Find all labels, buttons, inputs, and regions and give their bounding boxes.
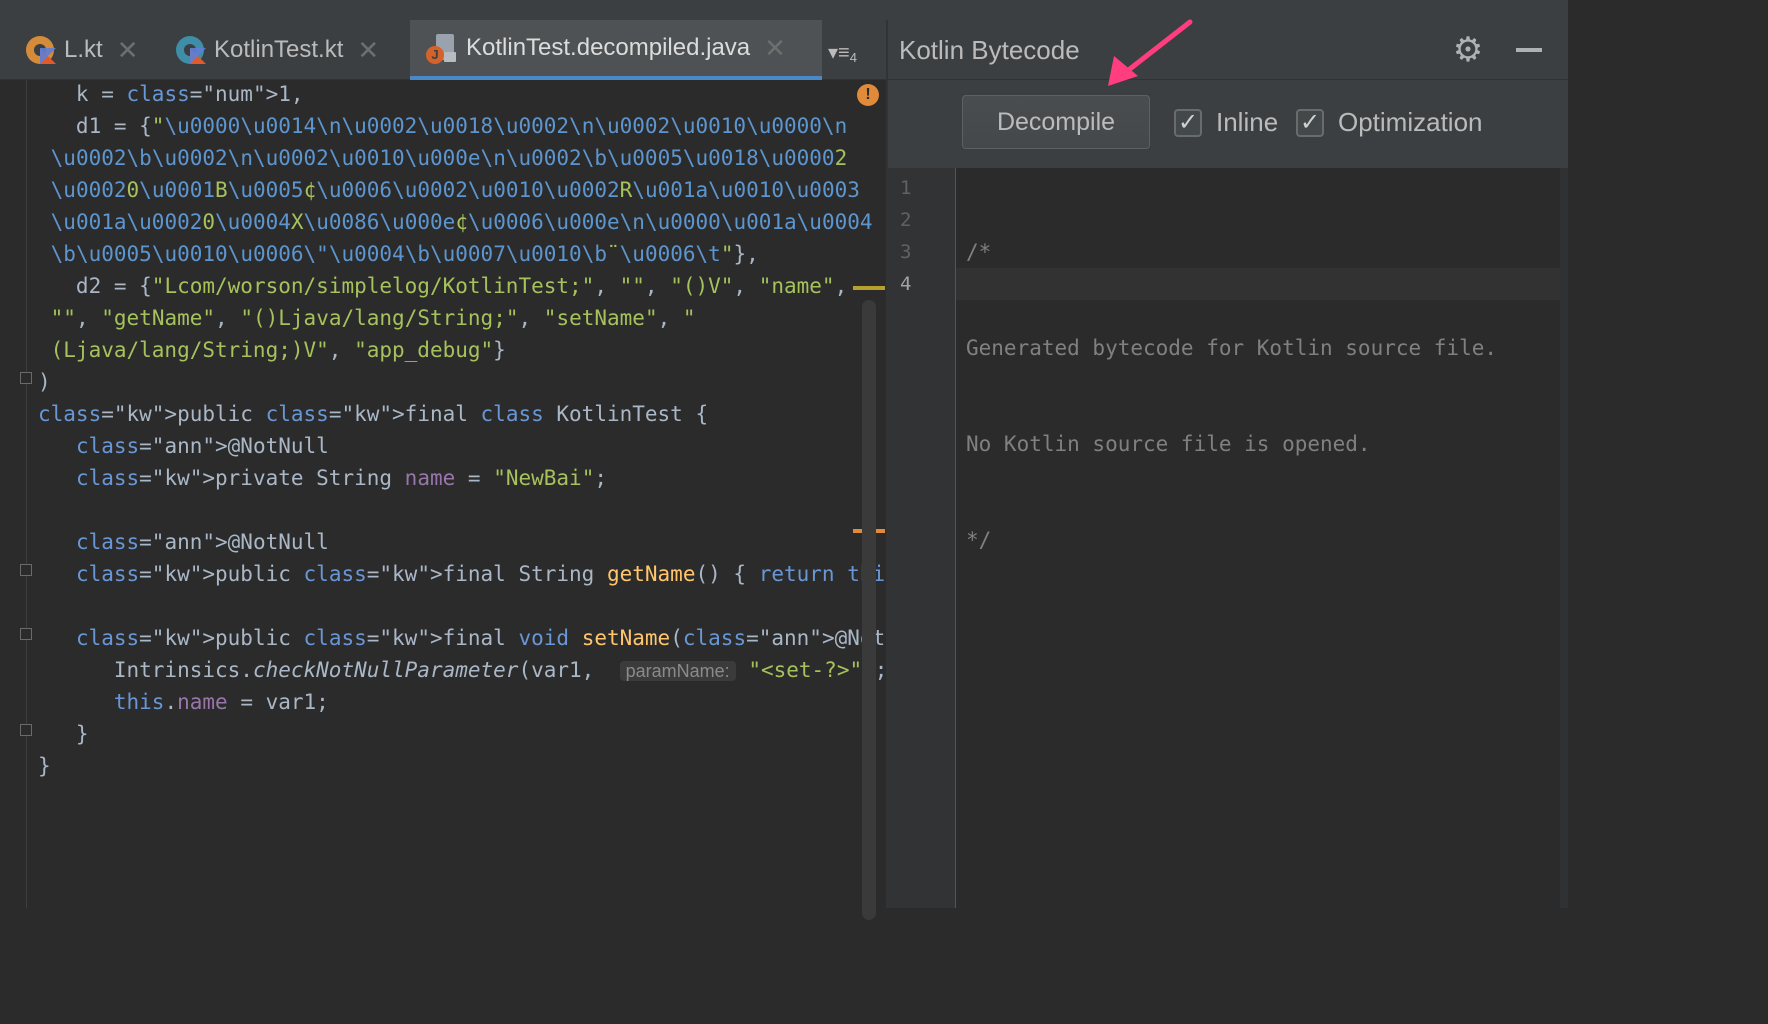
editor-scrollbar[interactable] <box>862 300 876 920</box>
warning-stripe-marker[interactable] <box>853 286 885 290</box>
tool-window-header: Kotlin Bytecode ⚙ <box>888 20 1568 80</box>
line-number: 1 <box>900 177 912 199</box>
line-number: 4 <box>900 273 912 295</box>
tool-window-toolbar: Decompile ✓ Inline ✓ Optimization <box>888 80 1568 168</box>
code-line: Generated bytecode for Kotlin source fil… <box>966 336 1498 360</box>
hidden-tab-count: 4 <box>849 50 857 65</box>
tab-kotlintest-decompiled-java[interactable]: J KotlinTest.decompiled.java ✕ <box>410 20 822 80</box>
bytecode-viewer[interactable]: 1 2 3 4 /* Generated bytecode for Kotlin… <box>888 168 1560 908</box>
warning-icon[interactable]: ! <box>857 84 879 106</box>
bytecode-text[interactable]: /* Generated bytecode for Kotlin source … <box>966 172 1497 620</box>
line-number: 2 <box>900 209 912 231</box>
checkmark-icon: ✓ <box>1296 108 1324 137</box>
decompile-button[interactable]: Decompile <box>962 95 1150 149</box>
code-editor[interactable]: k = class="num">1, d1 = {"\u0000\u0014\n… <box>0 80 1125 920</box>
tool-window-title: Kotlin Bytecode <box>899 35 1080 65</box>
kotlin-bytecode-tool-window: Kotlin Bytecode ⚙ Decompile ✓ Inline ✓ O… <box>888 20 1568 908</box>
annotation-arrow-icon <box>1108 19 1193 86</box>
fold-marker-icon[interactable] <box>20 628 32 640</box>
optimization-checkbox[interactable]: ✓ Optimization <box>1296 107 1483 138</box>
tab-label: KotlinTest.decompiled.java <box>466 34 751 61</box>
tab-label: L.kt <box>64 36 103 63</box>
close-icon[interactable]: ✕ <box>764 33 786 64</box>
line-number: 3 <box>900 241 912 263</box>
close-icon[interactable]: ✕ <box>117 35 139 66</box>
tab-l-kt[interactable]: L.kt ✕ <box>24 20 138 80</box>
minimize-icon[interactable] <box>1516 48 1542 52</box>
window-top-strip <box>0 0 1568 20</box>
close-icon[interactable]: ✕ <box>357 35 379 66</box>
tab-label: KotlinTest.kt <box>214 36 344 63</box>
code-line: /* <box>966 240 992 264</box>
editor-tab-bar: L.kt ✕ KotlinTest.kt ✕ J KotlinTest.deco… <box>0 20 886 80</box>
checkmark-icon: ✓ <box>1174 108 1202 137</box>
fold-marker-icon[interactable] <box>20 372 32 384</box>
editor-pane: L.kt ✕ KotlinTest.kt ✕ J KotlinTest.deco… <box>0 20 1125 920</box>
optimization-label: Optimization <box>1338 107 1483 137</box>
gear-icon[interactable]: ⚙ <box>1452 33 1484 67</box>
tab-kotlintest-kt[interactable]: KotlinTest.kt ✕ <box>174 20 379 80</box>
fold-marker-icon[interactable] <box>20 564 32 576</box>
inlay-hint: paramName: <box>619 661 736 681</box>
kotlin-file-icon <box>174 34 206 66</box>
java-file-icon: J <box>426 32 458 64</box>
kotlin-file-icon <box>24 34 56 66</box>
gutter <box>26 80 27 908</box>
tabs-overflow-button[interactable]: ▾≡4 <box>828 40 857 65</box>
inline-checkbox[interactable]: ✓ Inline <box>1174 107 1278 138</box>
bytecode-scrollbar[interactable] <box>1560 168 1568 908</box>
fold-marker-icon[interactable] <box>20 724 32 736</box>
line-number-gutter: 1 2 3 4 <box>888 168 956 908</box>
tab-list-icon: ▾≡ <box>828 42 850 64</box>
inline-label: Inline <box>1216 107 1279 137</box>
code-line: No Kotlin source file is opened. <box>966 432 1371 456</box>
code-line: */ <box>966 528 992 552</box>
